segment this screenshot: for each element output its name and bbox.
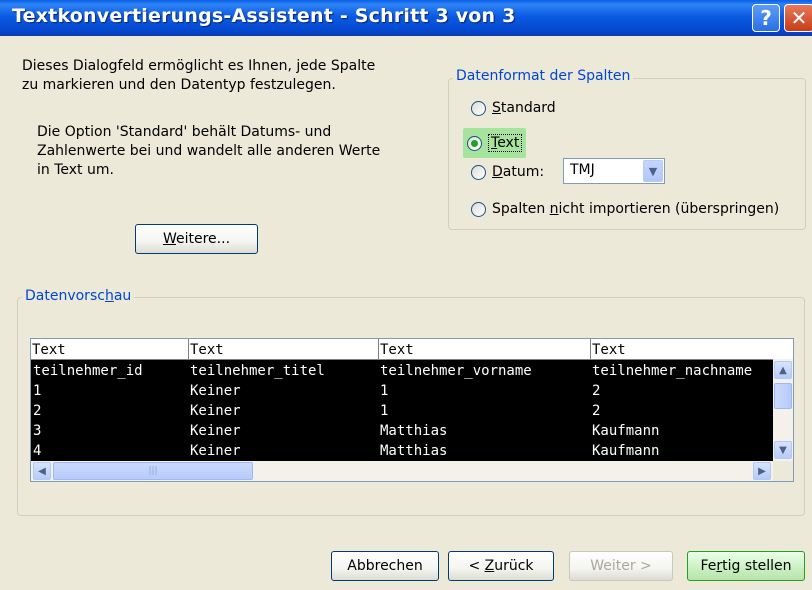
radio-standard-label: Standard	[492, 100, 556, 116]
chevron-down-icon[interactable]: ▼	[643, 160, 663, 182]
table-cell: Keiner	[190, 383, 241, 399]
back-button-label-post: urück	[494, 558, 534, 574]
table-cell: teilnehmer_id	[33, 363, 143, 379]
text-import-wizard-dialog: Textkonvertierungs-Assistent - Schritt 3…	[0, 0, 812, 590]
radio-standard[interactable]: Standard	[471, 97, 556, 119]
radio-date-mnemonic: D	[492, 164, 503, 180]
title-bar[interactable]: Textkonvertierungs-Assistent - Schritt 3…	[0, 0, 812, 36]
radio-skip-column[interactable]: Spalten nicht importieren (überspringen)	[471, 198, 779, 220]
horizontal-scrollbar[interactable]: ◀ ||| ▶	[31, 461, 773, 481]
close-button[interactable]: ✕	[784, 4, 812, 32]
radio-date-label: Datum:	[492, 164, 544, 180]
radio-text[interactable]: Text	[463, 128, 527, 158]
radio-skip-label-pre: Spalten	[492, 201, 550, 217]
intro-line-2: zu markieren und den Datentyp festzulege…	[22, 77, 336, 93]
radio-skip-mnemonic: n	[549, 201, 559, 217]
table-cell: teilnehmer_vorname	[380, 363, 532, 379]
help-button[interactable]: ?	[752, 4, 780, 32]
radio-standard-mnemonic: S	[492, 100, 501, 116]
radio-skip-label-post: icht importieren (überspringen)	[558, 201, 780, 217]
radio-date-indicator[interactable]	[471, 164, 486, 180]
window-title: Textkonvertierungs-Assistent - Schritt 3…	[12, 5, 516, 27]
radio-text-label-post: ext	[497, 135, 520, 151]
data-preview-group-title: Datenvorschau	[22, 288, 135, 304]
data-preview-title-post: au	[113, 288, 132, 304]
data-preview-title-pre: Datenvorsc	[25, 288, 105, 304]
help-icon: ?	[760, 6, 772, 30]
table-cell: teilnehmer_nachname	[592, 363, 753, 379]
table-cell: Keiner	[190, 403, 241, 419]
preview-header-cell-2[interactable]: Text	[188, 339, 378, 359]
advanced-button-label-post: eitere...	[176, 231, 231, 247]
back-button-mnemonic: Z	[484, 558, 495, 574]
radio-skip-indicator[interactable]	[471, 201, 486, 217]
scrollbar-corner	[773, 461, 793, 481]
table-row[interactable]: teilnehmer_id teilnehmer_titel teilnehme…	[31, 360, 773, 382]
table-cell: Kaufmann	[592, 443, 660, 459]
finish-button-label-pre: Fe	[700, 558, 717, 574]
info-line-1: Die Option 'Standard' behält Datums- und	[37, 124, 332, 140]
radio-standard-indicator[interactable]	[471, 100, 486, 116]
table-row[interactable]: 3 Keiner Matthias Kaufmann	[31, 420, 773, 442]
table-cell: 2	[592, 403, 601, 419]
intro-line-1: Dieses Dialogfeld ermöglicht es Ihnen, j…	[22, 58, 376, 74]
table-cell: Keiner	[190, 423, 241, 439]
preview-header-cell-3[interactable]: Text	[378, 339, 590, 359]
table-cell: Keiner	[190, 443, 241, 459]
table-row[interactable]: 4 Keiner Matthias Kaufmann	[31, 440, 773, 461]
preview-body[interactable]: teilnehmer_id teilnehmer_titel teilnehme…	[31, 360, 773, 461]
back-button-label-pre: <	[468, 558, 485, 574]
table-cell: Kaufmann	[592, 423, 660, 439]
table-cell: 1	[33, 383, 42, 399]
vertical-scrollbar[interactable]: ▲ ▼	[773, 359, 793, 461]
date-format-dropdown[interactable]: TMJ ▼	[563, 158, 665, 184]
preview-header-cell-4[interactable]: Text	[590, 339, 773, 359]
data-preview-title-mnemonic: h	[104, 288, 114, 304]
table-cell: 1	[380, 383, 389, 399]
radio-text-label: Text	[488, 134, 523, 152]
radio-date-label-post: atum:	[502, 164, 545, 180]
scroll-up-icon[interactable]: ▲	[774, 361, 792, 379]
close-icon: ✕	[790, 6, 808, 30]
next-button[interactable]: Weiter >	[569, 551, 673, 581]
vertical-scroll-thumb[interactable]	[774, 383, 792, 409]
data-preview-grid[interactable]: Text Text Text Text teilnehmer_id teilne…	[30, 338, 794, 482]
scroll-left-icon[interactable]: ◀	[33, 462, 51, 480]
table-cell: Matthias	[380, 423, 448, 439]
preview-header-row[interactable]: Text Text Text Text	[31, 339, 773, 360]
info-line-2: Zahlenwerte bei und wandelt alle anderen…	[37, 143, 381, 159]
table-cell: 2	[592, 383, 601, 399]
radio-standard-label-post: tandard	[500, 100, 556, 116]
radio-text-indicator[interactable]	[467, 135, 482, 151]
advanced-button[interactable]: Weitere...	[135, 224, 258, 254]
column-format-group-title: Datenformat der Spalten	[453, 68, 634, 84]
preview-header-cell-1[interactable]: Text	[31, 339, 188, 359]
table-cell: 4	[33, 443, 42, 459]
table-cell: 3	[33, 423, 42, 439]
finish-button[interactable]: Fertig stellen	[687, 551, 805, 581]
finish-button-label-post: tig stellen	[722, 558, 792, 574]
table-cell: teilnehmer_titel	[190, 363, 325, 379]
date-format-value: TMJ	[570, 162, 595, 178]
table-row[interactable]: 1 Keiner 1 2	[31, 380, 773, 402]
table-cell: 1	[380, 403, 389, 419]
scroll-right-icon[interactable]: ▶	[753, 462, 771, 480]
radio-date[interactable]: Datum:	[471, 161, 544, 183]
back-button[interactable]: < Zurück	[448, 551, 554, 581]
scroll-down-icon[interactable]: ▼	[774, 441, 792, 459]
table-cell: 2	[33, 403, 42, 419]
advanced-button-mnemonic: W	[162, 231, 176, 247]
cancel-button[interactable]: Abbrechen	[331, 551, 439, 581]
info-line-3: in Text um.	[37, 162, 114, 178]
table-row[interactable]: 2 Keiner 1 2	[31, 400, 773, 422]
table-cell: Matthias	[380, 443, 448, 459]
horizontal-scroll-thumb[interactable]: |||	[53, 462, 253, 480]
radio-skip-label: Spalten nicht importieren (überspringen)	[492, 201, 779, 217]
